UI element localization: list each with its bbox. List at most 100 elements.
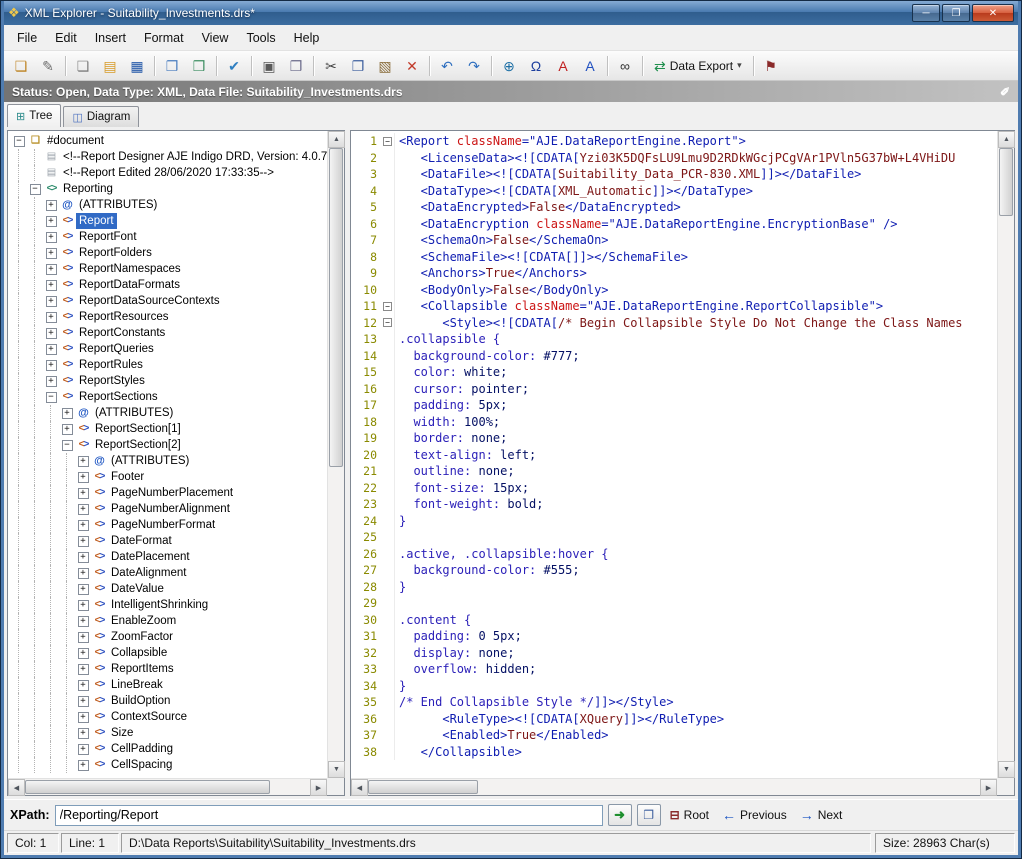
view-source-button[interactable]: ❐ <box>159 54 185 78</box>
editor-line-36[interactable]: 36 <RuleType><![CDATA[XQuery]]></RuleTyp… <box>351 711 997 728</box>
editor-line-text[interactable]: outline: none; <box>395 463 515 480</box>
tree-expander[interactable]: + <box>75 453 91 469</box>
tree-node-report-designer-aje-indigo-drd-ver[interactable]: ▤<!--Report Designer AJE Indigo DRD, Ver… <box>11 149 327 165</box>
xpath-copy-button[interactable]: ❐ <box>637 804 661 826</box>
tree-node-pagenumberalignment[interactable]: +<>PageNumberAlignment <box>11 501 327 517</box>
tree-expander[interactable]: − <box>59 437 75 453</box>
editor-line-text[interactable]: <DataEncryption className="AJE.DataRepor… <box>395 216 898 233</box>
tree-node-size[interactable]: +<>Size <box>11 725 327 741</box>
tree-expander[interactable]: + <box>75 693 91 709</box>
tree-expander[interactable]: + <box>75 485 91 501</box>
tree-expander[interactable]: + <box>59 405 75 421</box>
editor-line-14[interactable]: 14 background-color: #777; <box>351 348 997 365</box>
scroll-left-icon[interactable]: ◀ <box>351 779 368 796</box>
menu-view[interactable]: View <box>193 27 238 49</box>
tree-node-report-edited-28-06-2020-17-33-35[interactable]: ▤<!--Report Edited 28/06/2020 17:33:35--… <box>11 165 327 181</box>
editor-line-text[interactable]: <DataEncrypted>False</DataEncrypted> <box>395 199 681 216</box>
tree-node-reportresources[interactable]: +<>ReportResources <box>11 309 327 325</box>
paste-button[interactable]: ▧ <box>372 54 398 78</box>
tree-expander[interactable]: + <box>43 373 59 389</box>
tree-node-zoomfactor[interactable]: +<>ZoomFactor <box>11 629 327 645</box>
editor-line-23[interactable]: 23 font-weight: bold; <box>351 496 997 513</box>
tree-node-footer[interactable]: +<>Footer <box>11 469 327 485</box>
editor-line-34[interactable]: 34} <box>351 678 997 695</box>
previous-button[interactable]: ← Previous <box>718 805 791 825</box>
tree-expander[interactable]: + <box>43 245 59 261</box>
editor-line-38[interactable]: 38 </Collapsible> <box>351 744 997 761</box>
editor-line-31[interactable]: 31 padding: 0 5px; <box>351 628 997 645</box>
tree-node-reportconstants[interactable]: +<>ReportConstants <box>11 325 327 341</box>
tree-expander[interactable]: + <box>43 357 59 373</box>
editor-line-12[interactable]: 12− <Style><![CDATA[/* Begin Collapsible… <box>351 315 997 332</box>
editor-line-text[interactable]: .collapsible { <box>395 331 500 348</box>
editor-line-text[interactable]: <BodyOnly>False</BodyOnly> <box>395 282 609 299</box>
tree-expander[interactable]: + <box>43 229 59 245</box>
tree-horizontal-scrollbar[interactable]: ◀ ▶ <box>8 778 327 795</box>
tree-node-reportdatasourcecontexts[interactable]: +<>ReportDataSourceContexts <box>11 293 327 309</box>
tree-node-contextsource[interactable]: +<>ContextSource <box>11 709 327 725</box>
tree-node-reportrules[interactable]: +<>ReportRules <box>11 357 327 373</box>
tree-expander[interactable]: + <box>43 197 59 213</box>
editor-line-text[interactable]: <SchemaFile><![CDATA[]]></SchemaFile> <box>395 249 688 266</box>
tree-node-intelligentshrinking[interactable]: +<>IntelligentShrinking <box>11 597 327 613</box>
editor-line-19[interactable]: 19 border: none; <box>351 430 997 447</box>
next-button[interactable]: → Next <box>796 805 847 825</box>
editor-line-text[interactable]: border: none; <box>395 430 507 447</box>
menu-insert[interactable]: Insert <box>86 27 135 49</box>
tree-node-pagenumberplacement[interactable]: +<>PageNumberPlacement <box>11 485 327 501</box>
editor-line-text[interactable]: padding: 5px; <box>395 397 507 414</box>
editor-line-text[interactable]: background-color: #777; <box>395 348 580 365</box>
tab-tree[interactable]: ⊞Tree <box>7 104 61 127</box>
editor-line-18[interactable]: 18 width: 100%; <box>351 414 997 431</box>
tree-node-pagenumberformat[interactable]: +<>PageNumberFormat <box>11 517 327 533</box>
editor-line-text[interactable]: } <box>395 678 406 695</box>
editor-line-35[interactable]: 35/* End Collapsible Style */]]></Style> <box>351 694 997 711</box>
editor-line-text[interactable]: } <box>395 513 406 530</box>
tree-node-dateplacement[interactable]: +<>DatePlacement <box>11 549 327 565</box>
tree-hscroll-thumb[interactable] <box>25 780 270 794</box>
tree-expander[interactable]: − <box>43 389 59 405</box>
titlebar[interactable]: ❖ XML Explorer - Suitability_Investments… <box>4 1 1018 25</box>
tree-node-attributes[interactable]: +@(ATTRIBUTES) <box>11 197 327 213</box>
redo-button[interactable]: ↷ <box>461 54 487 78</box>
tree-expander[interactable]: + <box>75 469 91 485</box>
editor-line-20[interactable]: 20 text-align: left; <box>351 447 997 464</box>
editor-line-9[interactable]: 9 <Anchors>True</Anchors> <box>351 265 997 282</box>
menu-format[interactable]: Format <box>135 27 193 49</box>
tree-node-dateformat[interactable]: +<>DateFormat <box>11 533 327 549</box>
tree-node-enablezoom[interactable]: +<>EnableZoom <box>11 613 327 629</box>
tree-node-reportnamespaces[interactable]: +<>ReportNamespaces <box>11 261 327 277</box>
editor-line-text[interactable]: overflow: hidden; <box>395 661 536 678</box>
editor-line-32[interactable]: 32 display: none; <box>351 645 997 662</box>
tree-expander[interactable]: + <box>75 565 91 581</box>
tree-expander[interactable]: + <box>59 421 75 437</box>
editor-line-text[interactable]: <SchemaOn>False</SchemaOn> <box>395 232 609 249</box>
scroll-left-icon[interactable]: ◀ <box>8 779 25 796</box>
menu-help[interactable]: Help <box>285 27 329 49</box>
tree-expander[interactable]: + <box>43 277 59 293</box>
tree-expander[interactable]: + <box>75 741 91 757</box>
editor-line-text[interactable]: <RuleType><![CDATA[XQuery]]></RuleType> <box>395 711 724 728</box>
web-globe-button[interactable]: ⊕ <box>496 54 522 78</box>
editor-line-text[interactable]: color: white; <box>395 364 507 381</box>
copy-button[interactable]: ❐ <box>345 54 371 78</box>
scroll-down-icon[interactable]: ▼ <box>998 761 1015 778</box>
tree-node-reportstyles[interactable]: +<>ReportStyles <box>11 373 327 389</box>
cut-button[interactable]: ✂ <box>318 54 344 78</box>
tree-hscroll-track[interactable] <box>25 779 310 795</box>
tree-node-reportfont[interactable]: +<>ReportFont <box>11 229 327 245</box>
editor-line-5[interactable]: 5 <DataEncrypted>False</DataEncrypted> <box>351 199 997 216</box>
tree-expander[interactable]: + <box>75 533 91 549</box>
tree-node-reporting[interactable]: −<>Reporting <box>11 181 327 197</box>
tree-node-reportitems[interactable]: +<>ReportItems <box>11 661 327 677</box>
editor-line-8[interactable]: 8 <SchemaFile><![CDATA[]]></SchemaFile> <box>351 249 997 266</box>
print-button[interactable]: ▣ <box>256 54 282 78</box>
validate-button[interactable]: ✔ <box>221 54 247 78</box>
tree-expander[interactable]: + <box>75 581 91 597</box>
tree-expander[interactable]: + <box>75 597 91 613</box>
tree-expander[interactable]: + <box>43 261 59 277</box>
undo-button[interactable]: ↶ <box>434 54 460 78</box>
editor-line-text[interactable]: } <box>395 579 406 596</box>
tree-node-buildoption[interactable]: +<>BuildOption <box>11 693 327 709</box>
tree-expander[interactable]: + <box>43 325 59 341</box>
